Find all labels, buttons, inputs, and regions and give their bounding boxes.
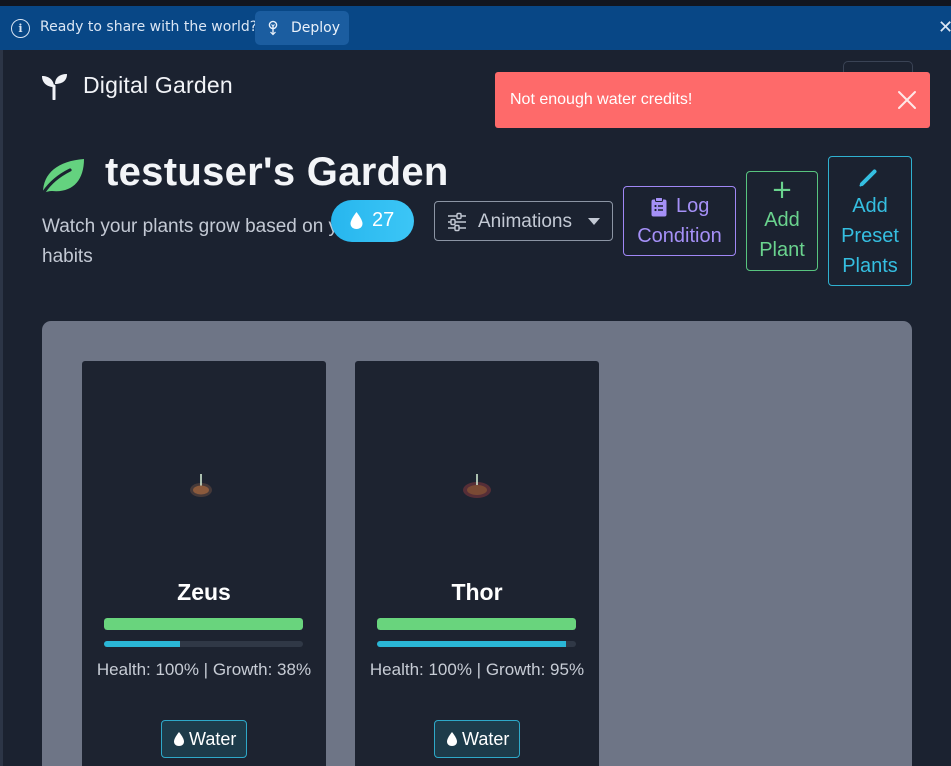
deploy-button[interactable]: Deploy [255,11,349,45]
water-drop-icon [447,732,457,746]
chevron-down-icon [588,218,600,225]
page-title: testuser's Garden [105,150,449,194]
water-label: Water [462,729,510,749]
growth-bar-fill [104,641,180,647]
health-bar [104,618,303,630]
clipboard-list-icon [651,197,667,217]
water-drop-icon [174,732,184,746]
error-toast: Not enough water credits! [495,72,930,128]
deploy-banner: i Ready to share with the world? Deploy … [0,6,951,50]
sliders-icon [448,212,466,232]
add-preset-plants-button[interactable]: Add Preset Plants [828,156,912,286]
plant-stats: Health: 100% | Growth: 95% [369,660,585,679]
water-credits-count: 27 [372,209,395,231]
plant-card: Zeus Health: 100% | Growth: 38% Water [82,361,326,766]
deploy-label: Deploy [291,20,341,36]
pencil-icon [859,169,877,187]
animations-dropdown[interactable]: Animations [434,201,613,241]
growth-bar [104,641,303,647]
toast-message: Not enough water credits! [510,91,693,108]
add-preset-label-1: Add [852,195,888,217]
plus-icon: + [771,175,793,205]
plant-stats: Health: 100% | Growth: 38% [96,660,312,679]
add-plant-label-2: Plant [759,239,805,261]
info-icon: i [11,19,30,38]
banner-close-icon[interactable]: ✕ [938,19,951,37]
brand-name[interactable]: Digital Garden [83,72,233,99]
plant-card: Thor Health: 100% | Growth: 95% Water [355,361,599,766]
plant-sprite [190,474,212,497]
leaf-icon [42,159,84,194]
growth-bar [377,641,576,647]
window-edge [0,50,3,766]
health-bar [377,618,576,630]
log-condition-label-1: Log [676,195,710,217]
water-drop-icon [350,212,363,229]
water-credits-badge: 27 [331,200,414,242]
add-plant-label-1: Add [764,209,800,231]
plant-name: Zeus [177,579,231,605]
rocket-icon [268,20,278,36]
add-plant-button[interactable]: + Add Plant [746,171,818,271]
banner-text: Ready to share with the world? [40,19,258,35]
seedling-icon [42,74,67,100]
add-preset-label-3: Plants [842,255,898,277]
water-label: Water [189,729,237,749]
close-icon[interactable] [896,89,918,111]
plant-name: Thor [451,579,503,605]
add-preset-label-2: Preset [841,225,899,247]
health-bar-fill [104,618,303,630]
plant-sprite [463,474,491,498]
water-button[interactable]: Water [434,720,520,758]
water-button[interactable]: Water [161,720,247,758]
animations-label: Animations [478,211,572,232]
log-condition-button[interactable]: Log Condition [623,186,736,256]
health-bar-fill [377,618,576,630]
growth-bar-fill [377,641,567,647]
log-condition-label-2: Condition [637,225,722,247]
